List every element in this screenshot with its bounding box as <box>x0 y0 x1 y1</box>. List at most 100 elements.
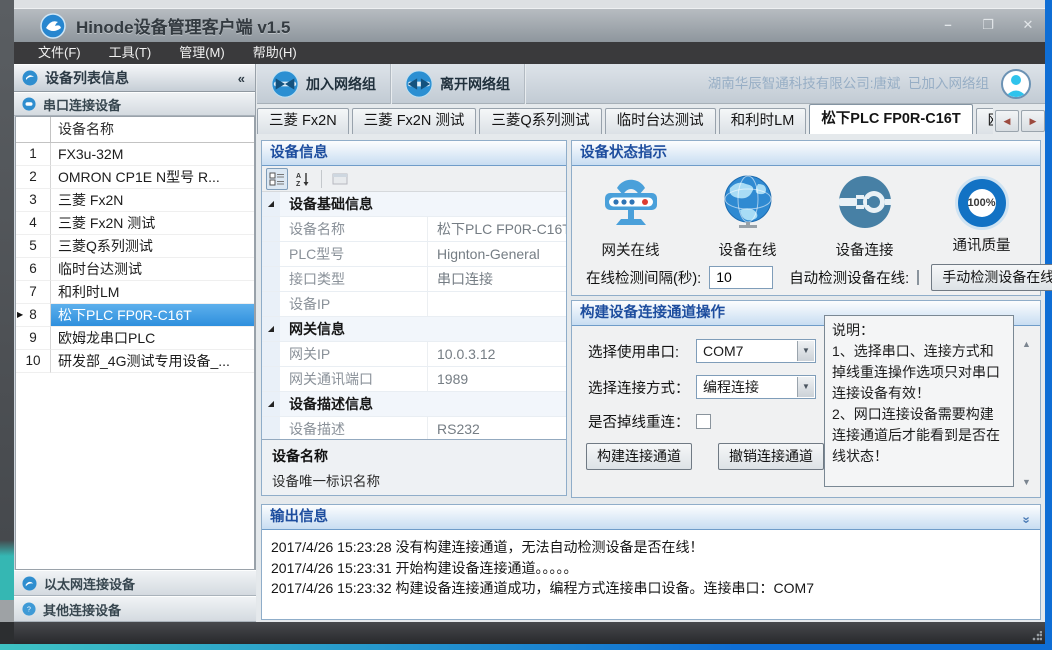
property-label: PLC型号 <box>280 242 428 266</box>
property-row[interactable]: PLC型号 Hignton-General <box>262 242 566 267</box>
property-row[interactable]: 设备名称 松下PLC FP0R-C16T <box>262 217 566 242</box>
property-value[interactable]: Hignton-General <box>428 242 566 266</box>
device-name[interactable]: 三菱Q系列测试 <box>51 235 254 258</box>
connect-mode-label: 选择连接方式： <box>588 377 696 398</box>
device-list-row[interactable]: 4 三菱 Fx2N 测试 <box>16 212 254 235</box>
titlebar[interactable]: Hinode设备管理客户端 v1.5 – ❐ ✕ <box>14 8 1045 42</box>
property-value[interactable] <box>428 292 566 316</box>
device-name[interactable]: 临时台达测试 <box>51 258 254 281</box>
device-list-row[interactable]: ▶8 松下PLC FP0R-C16T <box>16 304 254 327</box>
expand-triangle-icon[interactable] <box>262 342 280 366</box>
device-name[interactable]: 欧姆龙串口PLC <box>51 327 254 350</box>
device-list-row[interactable]: 10 研发部_4G测试专用设备_... <box>16 350 254 373</box>
property-row[interactable]: ◢ 设备基础信息 <box>262 192 566 217</box>
collapse-output-icon[interactable]: » <box>1014 516 1038 523</box>
leave-network-button[interactable]: 离开网络组 <box>391 64 525 104</box>
device-tab[interactable]: 和利时LM <box>719 108 807 134</box>
device-list-row[interactable]: 7 和利时LM <box>16 281 254 304</box>
menu-item[interactable]: 文件(F) <box>24 42 95 64</box>
device-name[interactable]: 三菱 Fx2N <box>51 189 254 212</box>
alphabetical-sort-icon[interactable]: AZ <box>292 168 314 190</box>
sidebar-header[interactable]: 设备列表信息 « <box>14 64 255 92</box>
group-other-devices[interactable]: ? 其他连接设备 <box>14 596 256 622</box>
property-row[interactable]: ◢ 网关信息 <box>262 317 566 342</box>
device-row-index: 9 <box>29 330 37 345</box>
device-name[interactable]: OMRON CP1E N型号 R... <box>51 166 254 189</box>
expand-triangle-icon[interactable] <box>262 242 280 266</box>
manual-detect-button[interactable]: 手动检测设备在线 <box>931 264 1052 291</box>
device-list-row[interactable]: 9 欧姆龙串口PLC <box>16 327 254 350</box>
window-title: Hinode设备管理客户端 v1.5 <box>76 13 290 38</box>
device-table-header: 设备名称 <box>16 117 254 143</box>
expand-triangle-icon[interactable] <box>262 292 280 316</box>
device-row-number: 2 <box>16 166 51 189</box>
device-tab[interactable]: 三菱 Fx2N 测试 <box>352 108 477 134</box>
property-value[interactable]: 10.0.3.12 <box>428 342 566 366</box>
device-tab[interactable]: 临时台达测试 <box>605 108 716 134</box>
serial-port-label: 选择使用串口: <box>588 341 696 362</box>
resize-grip[interactable] <box>1032 631 1042 641</box>
property-value[interactable]: 松下PLC FP0R-C16T <box>428 217 566 241</box>
tab-scroll-right-icon[interactable]: ▶ <box>1021 110 1045 132</box>
device-list-row[interactable]: 6 临时台达测试 <box>16 258 254 281</box>
dropdown-arrow-icon[interactable]: ▼ <box>797 377 814 397</box>
note-line: 说明： <box>832 320 1006 341</box>
device-list-row[interactable]: 2 OMRON CP1E N型号 R... <box>16 166 254 189</box>
user-avatar[interactable] <box>1001 69 1031 99</box>
property-row[interactable]: 网关IP 10.0.3.12 <box>262 342 566 367</box>
scroll-up-icon[interactable]: ▲ <box>1022 339 1031 349</box>
interval-input[interactable] <box>709 266 773 289</box>
reconnect-checkbox[interactable] <box>696 414 711 429</box>
property-value[interactable]: 串口连接 <box>428 267 566 291</box>
tab-scroll-left-icon[interactable]: ◀ <box>995 110 1019 132</box>
property-value[interactable]: RS232 <box>428 417 566 441</box>
close-button[interactable]: ✕ <box>1015 15 1041 35</box>
device-name[interactable]: 和利时LM <box>51 281 254 304</box>
dropdown-arrow-icon[interactable]: ▼ <box>797 341 814 361</box>
group-serial-devices[interactable]: 串口连接设备 <box>14 92 255 116</box>
device-tab[interactable]: 三菱Q系列测试 <box>479 108 601 134</box>
device-name[interactable]: 三菱 Fx2N 测试 <box>51 212 254 235</box>
device-name[interactable]: FX3u-32M <box>51 143 254 166</box>
group-ethernet-devices[interactable]: 以太网连接设备 <box>14 570 256 596</box>
device-list-row[interactable]: 5 三菱Q系列测试 <box>16 235 254 258</box>
property-row[interactable]: 网关通讯端口 1989 <box>262 367 566 392</box>
property-value[interactable]: 1989 <box>428 367 566 391</box>
device-tab[interactable]: 欧姆龙 <box>976 108 993 134</box>
device-list-row[interactable]: 1 FX3u-32M <box>16 143 254 166</box>
menu-item[interactable]: 帮助(H) <box>239 42 311 64</box>
expand-triangle-icon[interactable] <box>262 267 280 291</box>
join-network-button[interactable]: 加入网络组 <box>257 64 391 104</box>
expand-triangle-icon[interactable]: ◢ <box>262 192 280 216</box>
device-row-index: 6 <box>29 261 37 276</box>
menu-item[interactable]: 工具(T) <box>95 42 166 64</box>
device-list-row[interactable]: 3 三菱 Fx2N <box>16 189 254 212</box>
scroll-down-icon[interactable]: ▼ <box>1022 477 1031 487</box>
menu-item[interactable]: 管理(M) <box>165 42 239 64</box>
serial-port-value: COM7 <box>703 343 743 359</box>
device-tab[interactable]: 松下PLC FP0R-C16T <box>809 104 972 134</box>
expand-triangle-icon[interactable]: ◢ <box>262 317 280 341</box>
property-row[interactable]: ◢ 设备描述信息 <box>262 392 566 417</box>
connect-mode-select[interactable]: 编程连接 ▼ <box>696 375 816 399</box>
device-tab[interactable]: 三菱 Fx2N <box>257 108 349 134</box>
expand-triangle-icon[interactable] <box>262 367 280 391</box>
selected-row-marker-icon: ▶ <box>17 304 23 326</box>
device-name[interactable]: 研发部_4G测试专用设备_... <box>51 350 254 373</box>
revoke-channel-button[interactable]: 撤销连接通道 <box>718 443 824 470</box>
expand-triangle-icon[interactable] <box>262 417 280 441</box>
property-row[interactable]: 接口类型 串口连接 <box>262 267 566 292</box>
categorized-view-icon[interactable] <box>266 168 288 190</box>
expand-triangle-icon[interactable] <box>262 217 280 241</box>
serial-port-select[interactable]: COM7 ▼ <box>696 339 816 363</box>
property-row[interactable]: 设备IP <box>262 292 566 317</box>
output-log[interactable]: 2017/4/26 15:23:28 没有构建连接通道，无法自动检测设备是否在线… <box>262 530 1040 619</box>
device-name[interactable]: 松下PLC FP0R-C16T <box>51 304 254 327</box>
maximize-button[interactable]: ❐ <box>975 15 1001 35</box>
auto-detect-checkbox[interactable] <box>917 270 919 285</box>
minimize-button[interactable]: – <box>935 15 961 35</box>
collapse-sidebar-icon[interactable]: « <box>238 71 245 86</box>
expand-triangle-icon[interactable]: ◢ <box>262 392 280 416</box>
output-panel-title: 输出信息 <box>270 509 328 525</box>
build-channel-button[interactable]: 构建连接通道 <box>586 443 692 470</box>
